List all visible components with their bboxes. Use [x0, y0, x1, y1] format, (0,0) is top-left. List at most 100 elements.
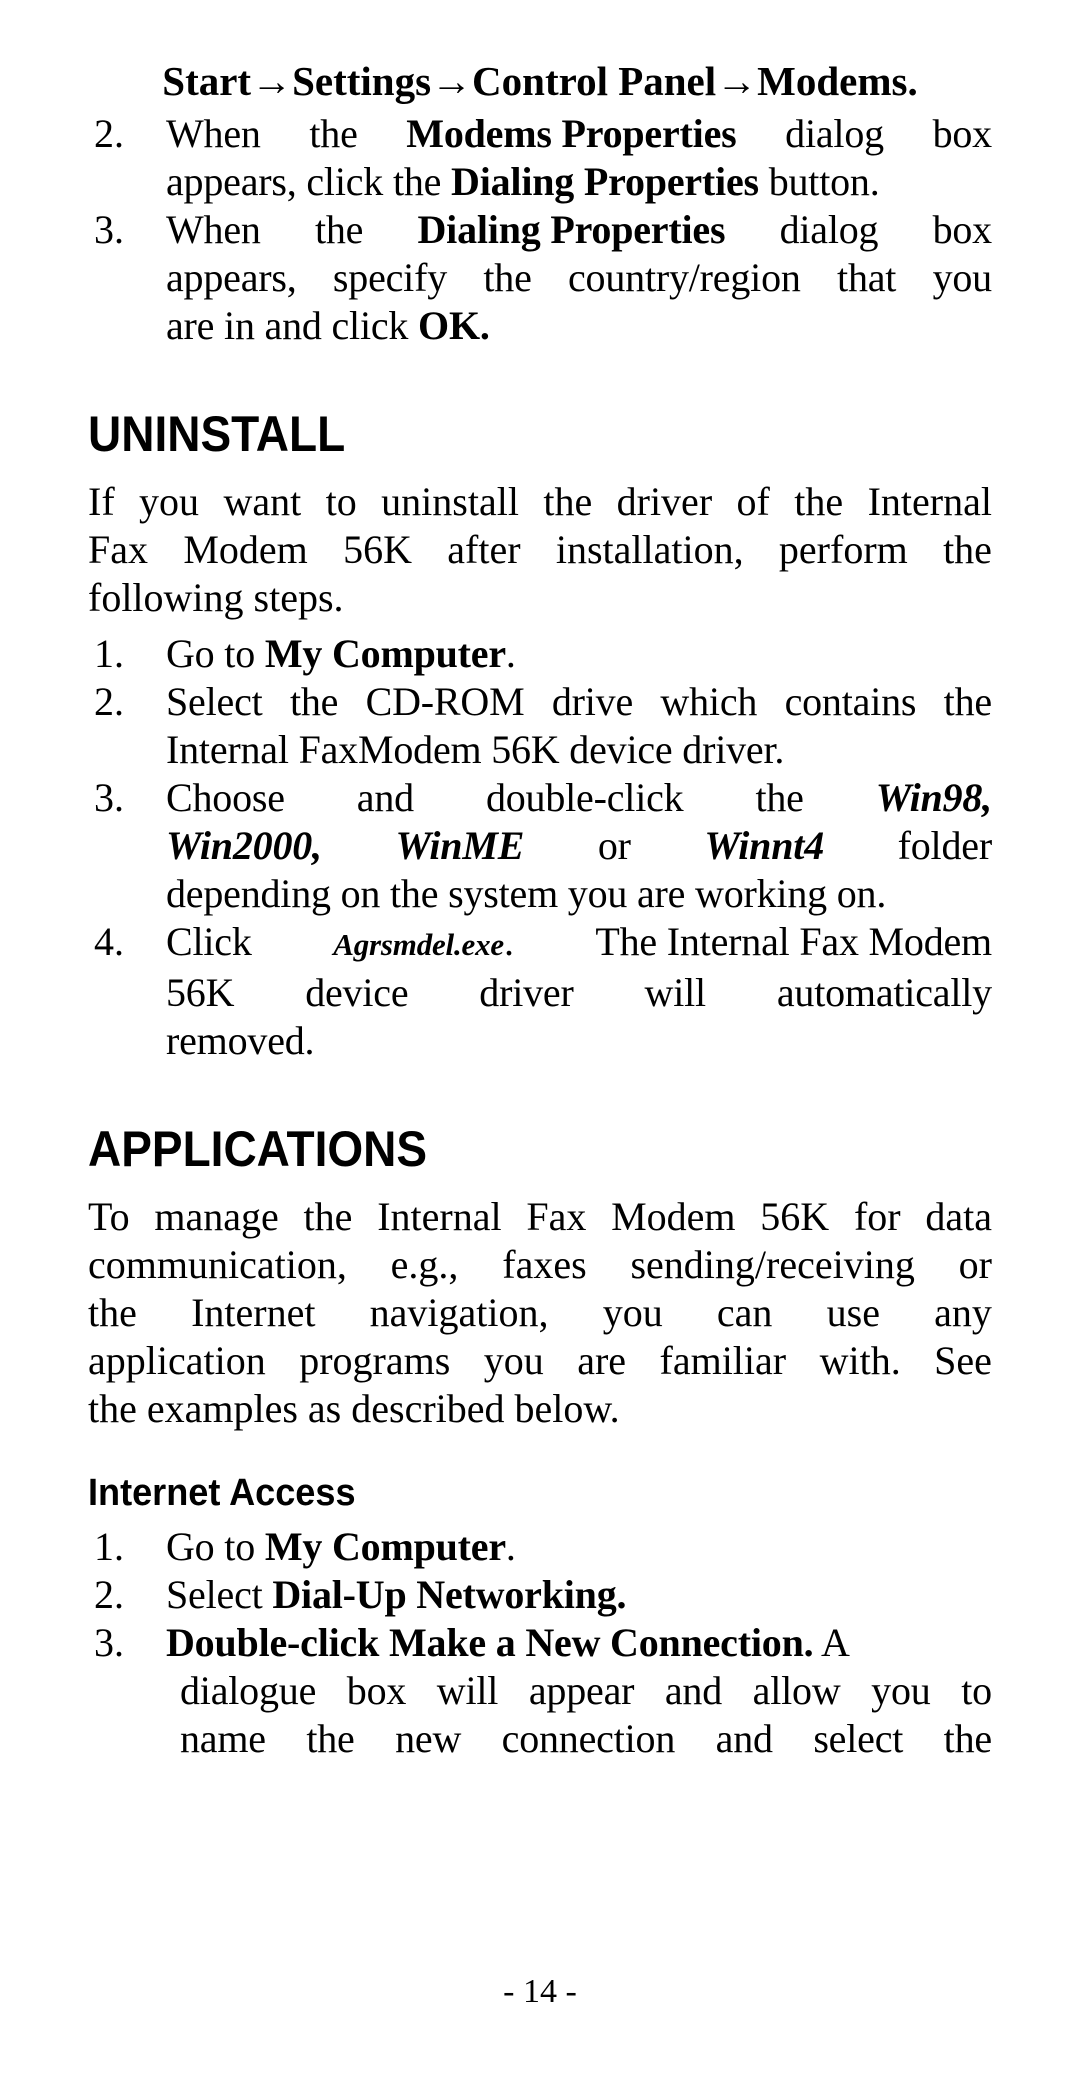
word: When — [166, 111, 261, 156]
section-heading-uninstall: UNINSTALL — [88, 406, 346, 462]
word: contains — [784, 679, 917, 724]
page-number-footer: - 14 - — [503, 1973, 577, 2010]
punctuation: . — [503, 919, 514, 964]
bold-term: OK. — [418, 303, 490, 348]
word: you — [483, 1338, 544, 1383]
uninstall-steps-list: 1. Go to My Computer. 2. Select the CD-R… — [88, 630, 992, 1065]
text-line: Go to My Computer. — [166, 630, 992, 678]
word: perform — [778, 527, 908, 572]
text-line: name the new connection and select the — [166, 1715, 992, 1763]
word: manage — [154, 1194, 279, 1239]
word: are — [577, 1338, 627, 1383]
path-modems: Modems. — [757, 58, 918, 104]
word: 56K — [166, 970, 235, 1015]
word: the — [289, 679, 339, 724]
page-content: Start→Settings→Control Panel→Modems. 2. … — [88, 56, 992, 1763]
navigation-path-heading: Start→Settings→Control Panel→Modems. — [88, 56, 992, 106]
text-line: When the Dialing Properties dialog box — [166, 206, 992, 254]
word: you — [139, 479, 200, 524]
word: Internal — [377, 1194, 502, 1239]
folder-name: Win2000, — [166, 823, 322, 868]
word: the — [483, 255, 532, 300]
word: new — [395, 1716, 462, 1761]
word: for — [853, 1194, 901, 1239]
arrow-icon-1: → — [251, 58, 293, 104]
word: or — [597, 823, 631, 868]
plain-text: . — [505, 1524, 516, 1569]
manual-page: Start→Settings→Control Panel→Modems. 2. … — [0, 0, 1080, 2097]
word: To — [88, 1194, 130, 1239]
word: automatically — [776, 970, 992, 1015]
list-item: 4. Click Agrsmdel.exe. The Internal Fax … — [88, 918, 992, 1065]
bold-term: My Computer — [264, 1524, 506, 1569]
filename-text: Agrsmdel.exe — [333, 927, 504, 962]
text-line: application programs you are familiar wi… — [88, 1337, 992, 1385]
word: and — [664, 1668, 723, 1713]
word: familiar — [659, 1338, 787, 1383]
word: the — [543, 479, 593, 524]
list-marker: 1. — [94, 1524, 124, 1569]
word: Modem — [183, 527, 308, 572]
word: folder — [897, 823, 993, 868]
word: click — [306, 159, 384, 204]
word: double-click — [485, 775, 684, 820]
list-marker: 3. — [94, 775, 124, 820]
bold-term: Dialing Properties — [417, 207, 726, 252]
word: driver — [479, 970, 574, 1015]
list-item-text: Double-click Make a New Connection. A di… — [166, 1619, 992, 1763]
bold-term: Dialing Properties — [451, 159, 759, 204]
list-marker: 2. — [94, 111, 124, 156]
word: of — [736, 479, 770, 524]
text-line: appears, specify the country/region that… — [166, 254, 992, 302]
text-line: Select Dial-Up Networking. — [166, 1571, 992, 1619]
path-start: Start — [162, 58, 252, 104]
word: dialog — [779, 207, 879, 252]
word: can — [716, 1290, 773, 1335]
word: application — [88, 1338, 266, 1383]
bold-term: Double-click — [166, 1620, 380, 1665]
word: the — [943, 1716, 992, 1761]
word: programs — [299, 1338, 451, 1383]
word: the — [943, 679, 992, 724]
word: dialogue — [180, 1668, 317, 1713]
word: Internet — [191, 1290, 316, 1335]
word: allow — [752, 1668, 841, 1713]
text-line: Win2000, WinME or Winnt4 folder — [166, 822, 992, 870]
word: Click — [166, 919, 252, 964]
text-line: When the Modems Properties dialog box — [166, 110, 992, 158]
word: you — [602, 1290, 663, 1335]
word: the — [755, 775, 804, 820]
word: Internal — [867, 479, 992, 524]
text-line: dialogue box will appear and allow you t… — [166, 1667, 992, 1715]
plain-text: Go to — [166, 631, 265, 676]
word: will — [644, 970, 707, 1015]
text-line: removed. — [166, 1018, 315, 1063]
word: the — [303, 1194, 353, 1239]
word: sending/receiving — [630, 1242, 915, 1287]
arrow-icon-2: → — [431, 58, 473, 104]
word: will — [436, 1668, 499, 1713]
word: driver — [616, 479, 713, 524]
list-marker: 2. — [94, 679, 124, 724]
internet-access-steps-list: 1. Go to My Computer. 2. Select Dial-Up … — [88, 1523, 992, 1763]
list-item: 1. Go to My Computer. — [88, 1523, 992, 1571]
executable-name: Agrsmdel.exe. — [333, 918, 514, 969]
section-heading-applications: APPLICATIONS — [88, 1121, 428, 1177]
list-item-text: Go to My Computer. — [166, 630, 992, 678]
text-line: Double-click Make a New Connection. A — [166, 1619, 992, 1667]
text-line: Select the CD-ROM drive which contains t… — [166, 678, 992, 726]
word: with. — [819, 1338, 901, 1383]
word: appear — [528, 1668, 635, 1713]
word: data — [925, 1194, 992, 1239]
list-marker: 2. — [94, 1572, 124, 1617]
word: the — [88, 1290, 137, 1335]
list-item: 3. When the Dialing Properties dialog bo… — [88, 206, 992, 350]
word: box — [932, 111, 993, 156]
word: any — [934, 1290, 992, 1335]
list-item-text: Click Agrsmdel.exe. The Internal Fax Mod… — [166, 918, 992, 1065]
path-settings: Settings — [292, 58, 432, 104]
